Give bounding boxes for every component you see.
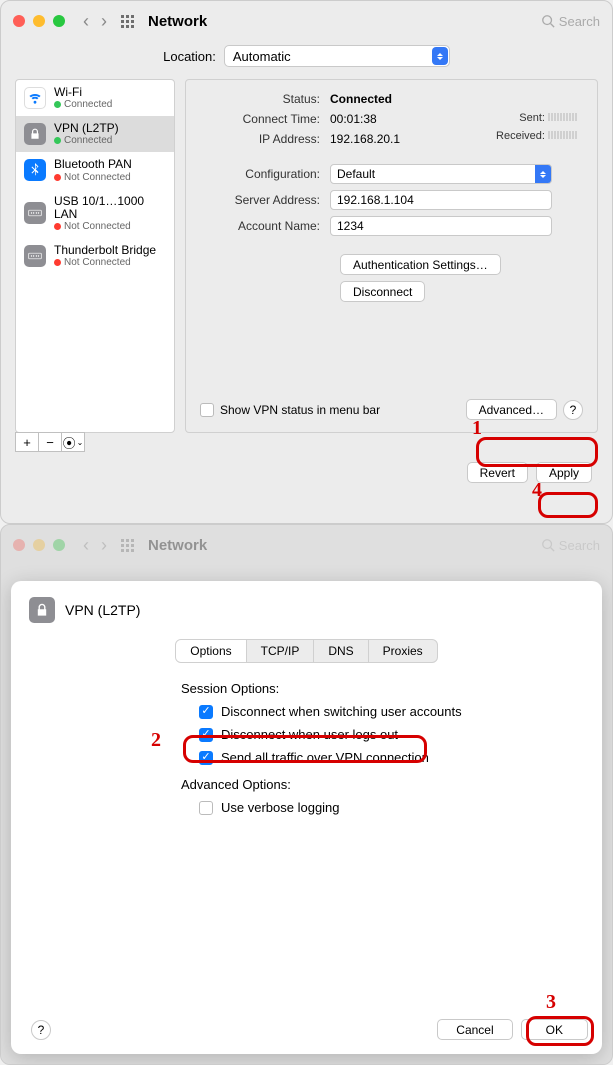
status-value: Connected [330, 92, 392, 106]
search-placeholder: Search [559, 14, 600, 29]
ok-button[interactable]: OK [521, 1019, 588, 1040]
connect-time-value: 00:01:38 [330, 112, 377, 126]
tab-bar: Options TCP/IP DNS Proxies [175, 639, 437, 663]
annotation-4: 4 [532, 479, 542, 502]
lock-icon [24, 123, 46, 145]
search-field[interactable]: Search [541, 14, 600, 29]
tab-dns[interactable]: DNS [314, 640, 368, 662]
disconnect-switching-users-label: Disconnect when switching user accounts [221, 704, 462, 719]
sent-label: Sent: [519, 112, 545, 124]
config-value: Default [337, 167, 375, 181]
lock-icon [29, 597, 55, 623]
ip-value: 192.168.20.1 [330, 132, 400, 146]
sidebar-item-vpn[interactable]: VPN (L2TP)Connected [16, 116, 174, 152]
titlebar: ‹ › Network Search [1, 1, 612, 41]
titlebar: ‹ › Network Search [1, 525, 612, 565]
connect-time-label: Connect Time: [200, 112, 330, 126]
sidebar-item-usb-lan[interactable]: USB 10/1…1000 LANNot Connected [16, 189, 174, 238]
annotation-1: 1 [472, 417, 482, 440]
wifi-icon [24, 87, 46, 109]
network-prefs-window: ‹ › Network Search Location: Automatic W… [0, 0, 613, 524]
bluetooth-icon [24, 159, 46, 181]
apply-button[interactable]: Apply [536, 462, 592, 483]
sidebar-item-thunderbolt[interactable]: Thunderbolt BridgeNot Connected [16, 238, 174, 274]
verbose-logging-label: Use verbose logging [221, 800, 340, 815]
server-label: Server Address: [200, 193, 330, 207]
send-all-traffic-checkbox[interactable] [199, 751, 213, 765]
forward-icon[interactable]: › [101, 11, 107, 32]
ip-label: IP Address: [200, 132, 330, 146]
ethernet-icon [24, 202, 46, 224]
server-address-input[interactable]: 192.168.1.104 [330, 190, 552, 210]
tab-tcpip[interactable]: TCP/IP [247, 640, 315, 662]
annotation-3: 3 [546, 991, 556, 1014]
sidebar-item-wifi[interactable]: Wi-FiConnected [16, 80, 174, 116]
interface-actions-button[interactable]: ⦿⌄ [61, 432, 85, 452]
tab-options[interactable]: Options [176, 640, 246, 662]
search-icon [541, 14, 555, 28]
thunderbolt-icon [24, 245, 46, 267]
auth-settings-button[interactable]: Authentication Settings… [340, 254, 501, 275]
send-all-traffic-label: Send all traffic over VPN connection [221, 750, 429, 765]
close-icon[interactable] [13, 15, 25, 27]
close-icon [13, 539, 25, 551]
account-label: Account Name: [200, 219, 330, 233]
disconnect-logout-label: Disconnect when user logs out [221, 727, 398, 742]
detail-panel: Status: Connected Connect Time: 00:01:38… [185, 79, 598, 433]
cancel-button[interactable]: Cancel [437, 1019, 512, 1040]
window-title: Network [148, 13, 207, 30]
forward-icon: › [101, 535, 107, 556]
search-icon [541, 538, 555, 552]
sent-meter-icon [548, 113, 577, 121]
annotation-box-4 [538, 492, 598, 518]
chevron-updown-icon [432, 47, 448, 65]
location-label: Location: [163, 49, 216, 64]
status-label: Status: [200, 92, 330, 106]
config-label: Configuration: [200, 167, 330, 181]
chevron-updown-icon [535, 165, 551, 183]
minimize-icon[interactable] [33, 15, 45, 27]
location-value: Automatic [233, 49, 291, 64]
disconnect-button[interactable]: Disconnect [340, 281, 425, 302]
window-title: Network [148, 537, 207, 554]
location-select[interactable]: Automatic [224, 45, 450, 67]
back-icon: ‹ [83, 535, 89, 556]
remove-interface-button[interactable]: − [38, 432, 62, 452]
advanced-sheet: VPN (L2TP) Options TCP/IP DNS Proxies Se… [11, 581, 602, 1054]
add-interface-button[interactable]: + [15, 432, 39, 452]
account-name-input[interactable]: 1234 [330, 216, 552, 236]
config-select[interactable]: Default [330, 164, 552, 184]
advanced-options-heading: Advanced Options: [181, 777, 552, 792]
sheet-title: VPN (L2TP) [65, 602, 140, 618]
annotation-2: 2 [151, 729, 161, 752]
zoom-icon [53, 539, 65, 551]
received-meter-icon [548, 131, 577, 139]
disconnect-logout-checkbox[interactable] [199, 728, 213, 742]
show-all-icon[interactable] [121, 15, 134, 28]
sidebar-item-bluetooth[interactable]: Bluetooth PANNot Connected [16, 152, 174, 188]
minimize-icon [33, 539, 45, 551]
received-label: Received: [496, 130, 545, 142]
help-button[interactable]: ? [563, 400, 583, 420]
show-vpn-status-label: Show VPN status in menu bar [220, 403, 380, 417]
sidebar-footer: + − ⦿⌄ [15, 432, 175, 452]
session-options-heading: Session Options: [181, 681, 552, 696]
show-vpn-status-checkbox[interactable] [200, 403, 214, 417]
search-field: Search [541, 538, 600, 553]
disconnect-switching-users-checkbox[interactable] [199, 705, 213, 719]
show-all-icon [121, 539, 134, 552]
help-button[interactable]: ? [31, 1020, 51, 1040]
interface-sidebar: Wi-FiConnected VPN (L2TP)Connected Bluet… [15, 79, 175, 433]
zoom-icon[interactable] [53, 15, 65, 27]
tab-proxies[interactable]: Proxies [369, 640, 437, 662]
back-icon[interactable]: ‹ [83, 11, 89, 32]
revert-button[interactable]: Revert [467, 462, 528, 483]
network-prefs-window-sheet: ‹ › Network Search VPN (L2TP) Options TC… [0, 524, 613, 1065]
verbose-logging-checkbox[interactable] [199, 801, 213, 815]
